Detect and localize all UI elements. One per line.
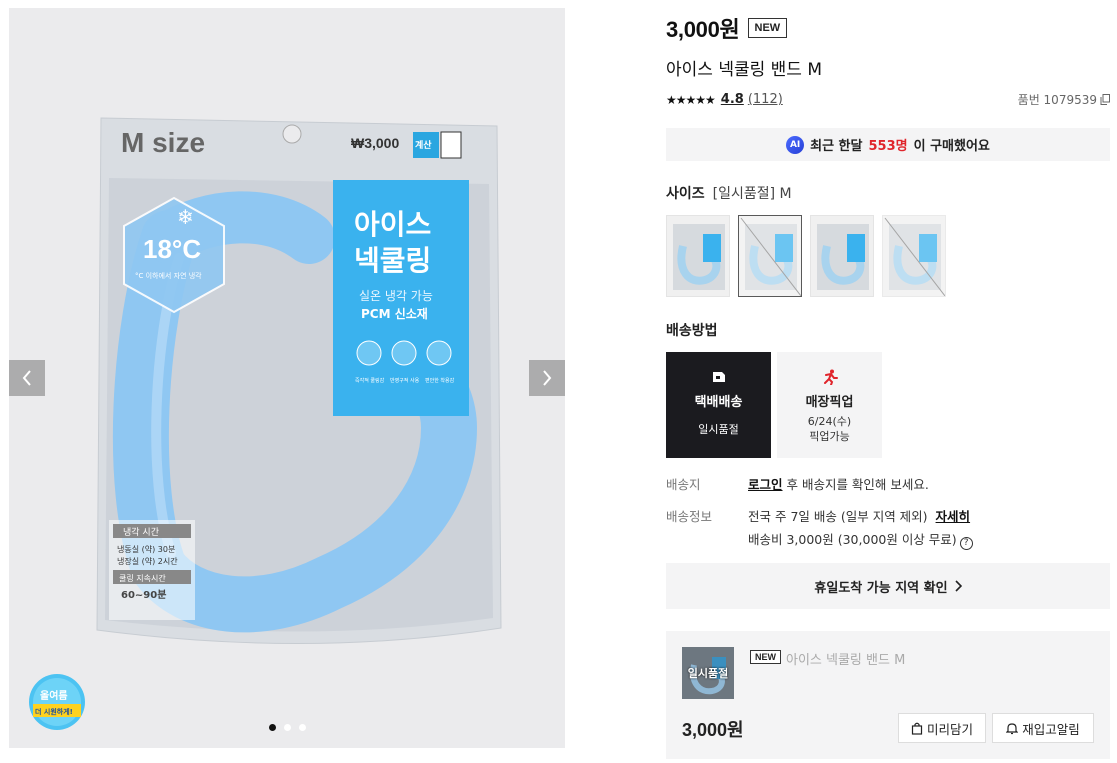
product-number[interactable]: 품번 1079539 [1018, 91, 1110, 108]
size-label-row: 사이즈 [일시품절] M [666, 183, 792, 203]
shipping-option-status: 일시품절 [698, 423, 739, 436]
product-title: 아이스 넥쿨링 밴드 M [666, 60, 822, 80]
pack-icon-3: 편안한 착용감 [425, 377, 455, 384]
swatch-option-3[interactable] [810, 215, 874, 297]
new-badge: NEW [750, 650, 781, 664]
pack-temp: 18°C [143, 234, 201, 264]
pack-size-text: M size [121, 127, 205, 158]
selected-item-box: 일시품절 NEW 아이스 넥쿨링 밴드 M 3,000원 미리담기 재입고알림 [666, 631, 1110, 759]
restock-alert-button[interactable]: 재입고알림 [992, 713, 1094, 743]
gallery-dot-2[interactable] [283, 724, 291, 731]
swatch-thumbnail [884, 217, 945, 296]
pack-icon-2: 반영구적 사용 [390, 377, 420, 384]
destination-row: 배송지 로그인 후 배송지를 확인해 보세요. [666, 474, 929, 493]
rating-value[interactable]: 4.8 [721, 92, 744, 107]
pickup-date: 6/24(수) [807, 415, 852, 428]
pack-title-2: 넥쿨링 [354, 244, 431, 277]
ai-icon: AI [786, 135, 805, 154]
svg-text:❄: ❄ [177, 205, 194, 229]
shipping-info-row: 배송정보 전국 주 7일 배송 (일부 지역 제외) 자세히 [666, 506, 970, 525]
review-count-link[interactable]: (112) [748, 92, 783, 107]
star-rating-icon: ★★★★★ [666, 92, 716, 107]
chevron-left-icon [22, 370, 31, 386]
gallery-prev-button[interactable] [9, 360, 45, 396]
chevron-right-icon [543, 370, 552, 386]
selected-item-price: 3,000원 [682, 720, 744, 740]
shipping-option-name: 매장픽업 [805, 395, 854, 410]
new-badge: NEW [747, 18, 788, 38]
promo-sticker: 올여름 더 시원하게! [29, 674, 85, 730]
chevron-right-icon [955, 580, 962, 592]
pack-title-1: 아이스 [354, 208, 431, 241]
destination-key: 배송지 [666, 477, 701, 492]
soldout-label: 일시품절 [687, 667, 729, 680]
gallery-pagination [9, 724, 565, 731]
pack-temp-sub: °C 이하에서 자연 냉각 [135, 271, 202, 280]
restock-alert-label: 재입고알림 [1022, 721, 1080, 737]
pack-sub-1: 실온 냉각 가능 [359, 289, 433, 303]
ai-text-pre: 최근 한달 [810, 139, 863, 154]
gallery-dot-1[interactable] [268, 724, 276, 731]
shipping-option-pickup[interactable]: 매장픽업 6/24(수) 픽업가능 [777, 352, 882, 458]
size-selected-value: [일시품절] M [712, 186, 792, 202]
ai-buyer-count: 553명 [868, 139, 908, 154]
shipping-option-date: 6/24(수) 픽업가능 [808, 414, 851, 444]
selected-item-thumbnail: 일시품절 [682, 647, 734, 699]
selected-item-title: 아이스 넥쿨링 밴드 M [786, 653, 906, 668]
pack-icon-1: 즉각적 쿨링감 [355, 377, 385, 384]
shipping-option-name: 택배배송 [694, 395, 743, 410]
gallery-next-button[interactable] [529, 360, 565, 396]
product-gallery: M size ₩3,000 계산 18°C °C 이하에서 자연 냉각 ❄ 아이… [9, 8, 565, 748]
size-label: 사이즈 [666, 186, 705, 202]
shipping-method-label: 배송방법 [666, 323, 718, 339]
product-number-text: 품번 1079539 [1017, 93, 1097, 107]
product-price: 3,000원 [666, 17, 740, 42]
holiday-delivery-label: 휴일도착 가능 지역 확인 [814, 580, 948, 596]
pack-cool-line-1: 냉동실 (약) 30분 [117, 544, 175, 554]
ai-purchase-banner: AI 최근 한달 553명 이 구매했어요 [666, 128, 1110, 161]
help-icon[interactable]: ? [959, 536, 973, 550]
shopping-bag-icon [911, 722, 923, 735]
pickup-status: 픽업가능 [809, 430, 850, 443]
gallery-dot-3[interactable] [298, 724, 306, 731]
shipping-option-delivery[interactable]: 택배배송 일시품절 [666, 352, 771, 458]
swatch-option-2-soldout[interactable] [738, 215, 802, 297]
size-swatches [666, 215, 946, 297]
swatch-option-1[interactable] [666, 215, 730, 297]
shipping-fee-row: 배송비 3,000원 (30,000원 이상 무료)? [666, 529, 973, 550]
wishlist-button[interactable]: 미리담기 [898, 713, 986, 743]
shipping-info-key: 배송정보 [666, 509, 713, 524]
price-row: 3,000원 NEW [666, 12, 788, 44]
bell-icon [1006, 722, 1019, 734]
pack-price: ₩3,000 [351, 135, 399, 151]
pack-tag: 계산 [415, 139, 432, 151]
promo-line-1: 올여름 [40, 689, 68, 702]
pack-hold-value: 60~90분 [121, 589, 166, 601]
swatch-thumbnail [817, 224, 869, 290]
promo-line-2: 더 시원하게! [35, 707, 73, 716]
swatch-option-4-soldout[interactable] [882, 215, 946, 297]
product-main-image: M size ₩3,000 계산 18°C °C 이하에서 자연 냉각 ❄ 아이… [96, 117, 502, 645]
swatch-thumbnail [673, 224, 725, 290]
wishlist-label: 미리담기 [926, 721, 973, 737]
shipping-info-text: 전국 주 7일 배송 (일부 지역 제외) [748, 509, 928, 524]
login-link[interactable]: 로그인 [748, 477, 783, 492]
shipping-fee-text: 배송비 3,000원 (30,000원 이상 무료) [748, 532, 957, 547]
ai-text-post: 이 구매했어요 [913, 139, 990, 154]
pack-hold-header: 쿨링 지속시간 [119, 573, 166, 583]
shipping-detail-link[interactable]: 자세히 [936, 509, 971, 524]
swatch-thumbnail [740, 217, 801, 296]
pack-sub-2: PCM 신소재 [361, 306, 428, 321]
destination-text: 후 배송지를 확인해 보세요. [782, 477, 929, 492]
shipping-options: 택배배송 일시품절 매장픽업 6/24(수) 픽업가능 [666, 352, 882, 458]
running-person-icon [823, 369, 838, 386]
delivery-box-icon [712, 372, 725, 382]
rating-row: ★★★★★ 4.8 (112) 품번 1079539 [666, 91, 1110, 108]
pack-cool-line-2: 냉장실 (약) 2시간 [117, 556, 178, 566]
holiday-delivery-check-button[interactable]: 휴일도착 가능 지역 확인 [666, 563, 1110, 609]
copy-icon[interactable] [1100, 94, 1110, 105]
pack-cool-header: 냉각 시간 [123, 526, 159, 538]
